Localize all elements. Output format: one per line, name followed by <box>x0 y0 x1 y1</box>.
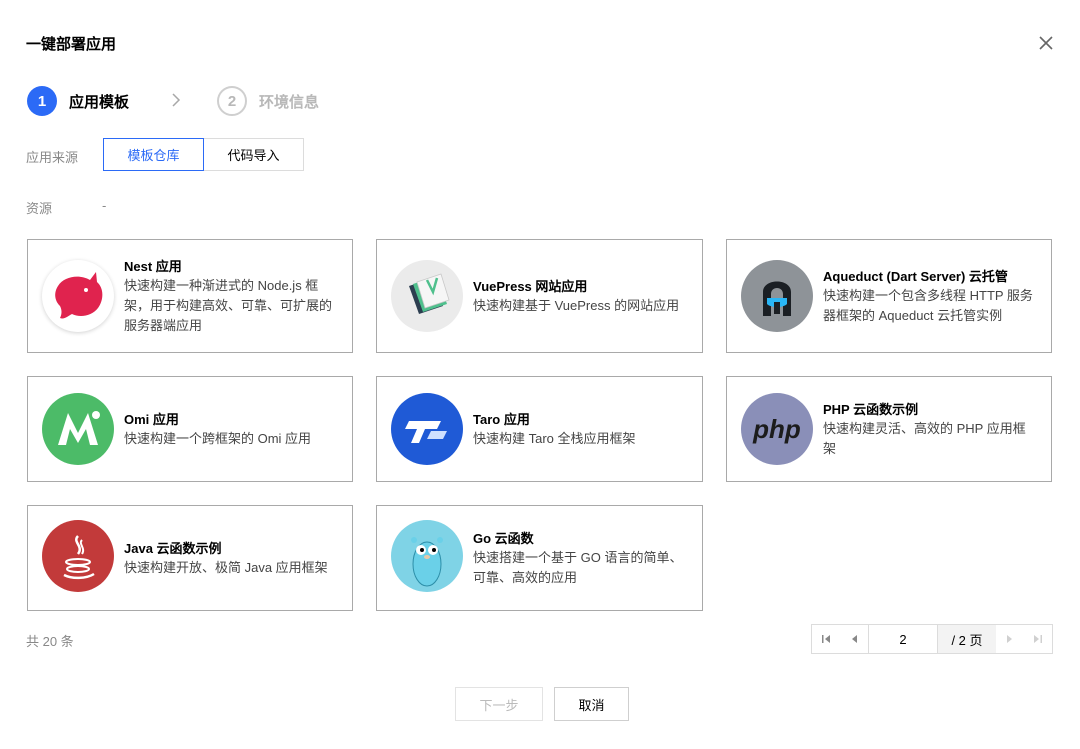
dialog-title: 一键部署应用 <box>26 36 117 53</box>
total-pages: / 2 页 <box>938 625 996 653</box>
template-card-java[interactable]: Java 云函数示例 快速构建开放、极简 Java 应用框架 <box>27 505 353 611</box>
card-text: Omi 应用 快速构建一个跨框架的 Omi 应用 <box>124 410 338 449</box>
php-logo-icon: php <box>741 393 813 465</box>
template-card-taro[interactable]: Taro 应用 快速构建 Taro 全栈应用框架 <box>376 376 703 482</box>
card-desc: 快速构建灵活、高效的 PHP 应用框架 <box>823 420 1026 456</box>
card-name: Taro 应用 <box>473 411 530 427</box>
last-page-icon[interactable] <box>1024 625 1052 653</box>
template-card-php[interactable]: php PHP 云函数示例 快速构建灵活、高效的 PHP 应用框架 <box>726 376 1052 482</box>
card-text: Go 云函数 快速搭建一个基于 GO 语言的简单、可靠、高效的应用 <box>473 529 688 588</box>
omi-logo-icon <box>42 393 114 465</box>
pagination: 2 / 2 页 <box>811 624 1053 654</box>
card-desc: 快速搭建一个基于 GO 语言的简单、可靠、高效的应用 <box>473 549 683 585</box>
taro-logo-icon <box>391 393 463 465</box>
step-number: 2 <box>217 86 247 116</box>
first-page-icon[interactable] <box>812 625 840 653</box>
card-text: Nest 应用 快速构建一种渐进式的 Node.js 框架，用于构建高效、可靠、… <box>124 257 338 336</box>
source-selector: 模板仓库 代码导入 <box>103 138 304 171</box>
step-app-template: 1 应用模板 <box>27 86 129 116</box>
card-text: Taro 应用 快速构建 Taro 全栈应用框架 <box>473 410 688 449</box>
card-name: Nest 应用 <box>124 258 182 274</box>
cancel-button[interactable]: 取消 <box>554 687 629 721</box>
php-logo-text: php <box>752 414 801 444</box>
card-desc: 快速构建一个包含多线程 HTTP 服务器框架的 Aqueduct 云托管实例 <box>823 287 1033 323</box>
card-text: PHP 云函数示例 快速构建灵活、高效的 PHP 应用框架 <box>823 400 1037 459</box>
card-text: Java 云函数示例 快速构建开放、极简 Java 应用框架 <box>124 539 338 578</box>
card-name: Aqueduct (Dart Server) 云托管 <box>823 268 1008 284</box>
nest-logo-icon <box>42 260 114 332</box>
go-gopher-icon <box>391 520 463 592</box>
step-label: 环境信息 <box>259 93 320 111</box>
source-label: 应用来源 <box>26 150 79 165</box>
card-desc: 快速构建开放、极简 Java 应用框架 <box>124 559 328 575</box>
card-text: VuePress 网站应用 快速构建基于 VuePress 的网站应用 <box>473 277 688 316</box>
java-logo-icon <box>42 520 114 592</box>
card-desc: 快速构建一个跨框架的 Omi 应用 <box>124 430 312 446</box>
resource-value: - <box>102 198 107 213</box>
card-name: PHP 云函数示例 <box>823 401 919 417</box>
close-icon[interactable] <box>1037 34 1055 52</box>
page-number-input[interactable]: 2 <box>868 625 938 653</box>
tab-template-repo[interactable]: 模板仓库 <box>103 138 204 171</box>
step-env-info: 2 环境信息 <box>217 86 319 116</box>
template-card-aqueduct[interactable]: Aqueduct (Dart Server) 云托管 快速构建一个包含多线程 H… <box>726 239 1052 353</box>
card-desc: 快速构建一种渐进式的 Node.js 框架，用于构建高效、可靠、可扩展的服务器端… <box>124 277 333 333</box>
template-card-vuepress[interactable]: VuePress 网站应用 快速构建基于 VuePress 的网站应用 <box>376 239 703 353</box>
tab-code-import[interactable]: 代码导入 <box>204 138 304 171</box>
card-name: Java 云函数示例 <box>124 540 222 556</box>
card-name: Go 云函数 <box>473 530 534 546</box>
card-name: Omi 应用 <box>124 411 179 427</box>
step-number: 1 <box>27 86 57 116</box>
next-step-button[interactable]: 下一步 <box>455 687 543 721</box>
chevron-right-icon <box>172 93 181 107</box>
card-desc: 快速构建 Taro 全栈应用框架 <box>473 430 636 446</box>
next-page-icon[interactable] <box>996 625 1024 653</box>
step-label: 应用模板 <box>69 93 130 111</box>
prev-page-icon[interactable] <box>840 625 868 653</box>
template-card-go[interactable]: Go 云函数 快速搭建一个基于 GO 语言的简单、可靠、高效的应用 <box>376 505 703 611</box>
template-card-nest[interactable]: Nest 应用 快速构建一种渐进式的 Node.js 框架，用于构建高效、可靠、… <box>27 239 353 353</box>
total-count: 共 20 条 <box>26 634 74 649</box>
card-text: Aqueduct (Dart Server) 云托管 快速构建一个包含多线程 H… <box>823 267 1037 326</box>
resource-label: 资源 <box>26 201 53 216</box>
card-name: VuePress 网站应用 <box>473 278 588 294</box>
template-card-omi[interactable]: Omi 应用 快速构建一个跨框架的 Omi 应用 <box>27 376 353 482</box>
vuepress-logo-icon <box>391 260 463 332</box>
aqueduct-logo-icon <box>741 260 813 332</box>
card-desc: 快速构建基于 VuePress 的网站应用 <box>473 297 680 313</box>
